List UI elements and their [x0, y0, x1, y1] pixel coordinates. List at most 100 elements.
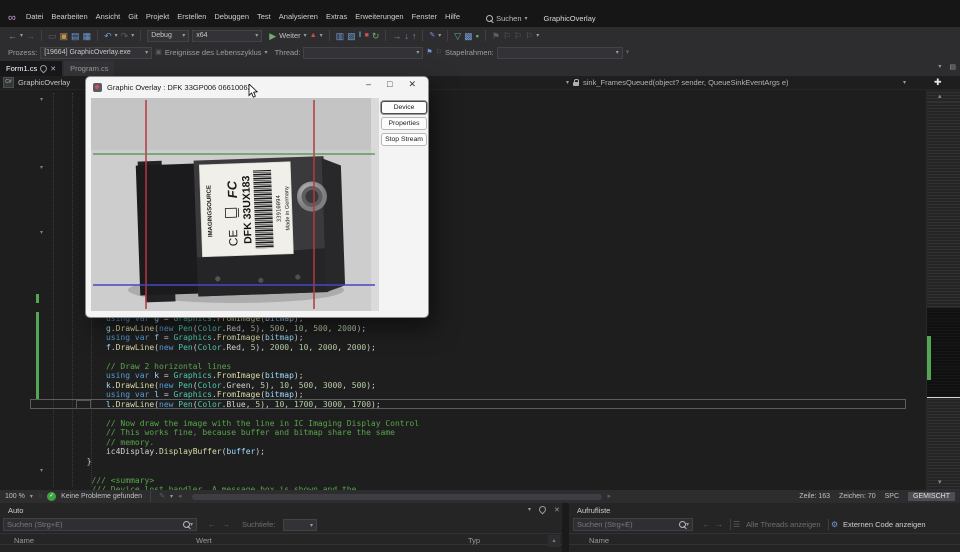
- search-back-icon[interactable]: ←: [208, 520, 216, 529]
- fold-chevron-icon[interactable]: ▾: [40, 467, 43, 474]
- tab-scroll-chevron-icon[interactable]: ▾: [938, 63, 941, 71]
- suppress-jit-icon[interactable]: ▾: [626, 48, 630, 58]
- menu-analysieren[interactable]: Analysieren: [275, 10, 322, 23]
- code-fix-icon[interactable]: ✎: [159, 492, 165, 502]
- fold-chevron-icon[interactable]: ▾: [40, 164, 43, 171]
- overlay-button-properties[interactable]: Properties: [381, 117, 427, 130]
- autos-title[interactable]: Auto: [8, 506, 23, 515]
- sync-icon[interactable]: ○: [38, 492, 42, 502]
- solution-platform-dropdown[interactable]: x64▾: [192, 30, 262, 42]
- quick-search[interactable]: Suchen ▾: [486, 14, 527, 23]
- column-name[interactable]: Name: [589, 536, 609, 545]
- breadcrumb-project[interactable]: GraphicOverlay: [18, 78, 70, 87]
- code-lines[interactable]: using var g = Graphics.FromImage(bitmap)…: [53, 314, 419, 490]
- menu-extras[interactable]: Extras: [322, 10, 351, 23]
- menu-git[interactable]: Git: [124, 10, 142, 23]
- breadcrumb-member[interactable]: sink_FramesQueued(object? sender, QueueS…: [583, 78, 789, 87]
- lifecycle-label[interactable]: Ereignisse des Lebenszyklus: [165, 48, 262, 57]
- zoom-level[interactable]: 100 %: [5, 493, 25, 500]
- step-over-icon[interactable]: →: [392, 31, 401, 41]
- navigate-back-chevron-icon[interactable]: ▾: [20, 32, 23, 39]
- column-type[interactable]: Typ: [468, 536, 480, 545]
- scroll-down-icon[interactable]: ▾: [938, 478, 942, 486]
- close-icon[interactable]: ✕: [408, 79, 416, 90]
- restart-icon[interactable]: ↻: [372, 31, 380, 41]
- continue-icon[interactable]: ▶: [269, 31, 276, 41]
- search-chevron-icon[interactable]: ▾: [190, 521, 193, 528]
- search-back-icon[interactable]: ←: [702, 520, 710, 529]
- process-dropdown[interactable]: [19664] GraphicOverlay.exe▾: [40, 47, 152, 59]
- menu-erweiterungen[interactable]: Erweiterungen: [351, 10, 407, 23]
- search-chevron-icon[interactable]: ▾: [686, 521, 689, 528]
- close-icon[interactable]: ✕: [554, 506, 560, 514]
- menu-hilfe[interactable]: Hilfe: [441, 10, 464, 23]
- bookmark-2-icon[interactable]: ⚐: [503, 31, 511, 41]
- console-window-icon[interactable]: ▧: [347, 31, 356, 41]
- zoom-chevron-icon[interactable]: ▾: [30, 493, 33, 500]
- line-ending-indicator[interactable]: GEMISCHT: [908, 492, 955, 501]
- new-file-icon[interactable]: ▭: [48, 31, 57, 41]
- autos-body[interactable]: [0, 545, 562, 552]
- pin-icon[interactable]: [538, 505, 548, 515]
- menu-erstellen[interactable]: Erstellen: [173, 10, 210, 23]
- fold-chevron-icon[interactable]: ▾: [40, 96, 43, 103]
- flag-current-icon[interactable]: ⚐: [436, 48, 442, 58]
- redo-chevron-icon[interactable]: ▾: [131, 32, 134, 39]
- search-forward-icon[interactable]: →: [222, 520, 230, 529]
- column-name[interactable]: Name: [14, 536, 34, 545]
- find-in-files-icon[interactable]: ▩: [464, 31, 473, 41]
- open-folder-icon[interactable]: ▣: [60, 31, 69, 41]
- overlay-button-device[interactable]: Device: [381, 101, 427, 114]
- step-out-icon[interactable]: ↑: [412, 31, 417, 41]
- continue-chevron-icon[interactable]: ▾: [304, 32, 307, 39]
- diagnostics-icon[interactable]: ▪: [476, 31, 479, 41]
- hot-reload-icon[interactable]: ▲: [310, 31, 317, 41]
- tab-form1cs[interactable]: Form1.cs ✕: [0, 61, 62, 76]
- windows-icon[interactable]: ▥: [336, 31, 345, 41]
- navigate-forward-icon[interactable]: →: [26, 31, 35, 41]
- menu-ansicht[interactable]: Ansicht: [92, 10, 125, 23]
- tab-programcs[interactable]: Program.cs: [64, 61, 114, 76]
- maximize-icon[interactable]: □: [387, 79, 392, 90]
- scroll-left-icon[interactable]: ◂: [178, 492, 182, 502]
- undo-icon[interactable]: ↶: [104, 31, 112, 41]
- stop-debugging-icon[interactable]: ■: [365, 31, 369, 41]
- callstack-title[interactable]: Aufrufliste: [577, 506, 610, 515]
- scroll-right-icon[interactable]: ▸: [607, 492, 611, 502]
- hot-reload-chevron-icon[interactable]: ▾: [320, 32, 323, 39]
- menu-datei[interactable]: Datei: [22, 10, 48, 23]
- callstack-search-input[interactable]: Suchen (Strg+E) ▾: [573, 518, 693, 531]
- step-into-icon[interactable]: ↓: [404, 31, 409, 41]
- health-check-icon[interactable]: ✓: [47, 492, 56, 501]
- column-indicator[interactable]: Zeichen: 70: [839, 493, 876, 500]
- bookmark-1-icon[interactable]: ⚑: [492, 31, 500, 41]
- menu-fenster[interactable]: Fenster: [408, 10, 441, 23]
- horizontal-scrollbar[interactable]: [192, 494, 602, 500]
- close-icon[interactable]: ✕: [50, 65, 56, 73]
- lifecycle-icon[interactable]: ▣: [155, 48, 162, 58]
- code-cleanup-icon[interactable]: ✎: [429, 31, 435, 41]
- lifecycle-chevron-icon[interactable]: ▾: [265, 49, 268, 56]
- menu-debuggen[interactable]: Debuggen: [210, 10, 253, 23]
- external-code-icon[interactable]: ⚙: [831, 520, 838, 529]
- overlay-button-stop-stream[interactable]: Stop Stream: [381, 133, 427, 146]
- spaces-indicator[interactable]: SPC: [885, 493, 899, 500]
- fold-chevron-icon[interactable]: ▾: [40, 229, 43, 236]
- minimap[interactable]: ▴ ▾: [926, 90, 960, 490]
- window-position-chevron-icon[interactable]: ▾: [528, 506, 531, 514]
- show-external-code-label[interactable]: Externen Code anzeigen: [843, 520, 926, 529]
- continue-label[interactable]: Weiter: [279, 31, 301, 40]
- attach-icon[interactable]: ▽: [454, 31, 461, 41]
- threads-list-icon[interactable]: ☰: [733, 520, 740, 529]
- split-window-plus-icon[interactable]: ✚: [934, 77, 942, 88]
- redo-icon[interactable]: ↷: [121, 31, 129, 41]
- search-forward-icon[interactable]: →: [715, 520, 723, 529]
- tab-list-icon[interactable]: ▤: [949, 63, 956, 71]
- flag-icon[interactable]: ⚑: [426, 48, 432, 58]
- line-indicator[interactable]: Zeile: 163: [799, 493, 830, 500]
- code-cleanup-chevron-icon[interactable]: ▾: [438, 32, 441, 39]
- bookmark-chevron-icon[interactable]: ▾: [536, 32, 539, 39]
- code-fix-chevron-icon[interactable]: ▾: [170, 493, 173, 500]
- break-all-icon[interactable]: ‖: [359, 31, 362, 41]
- stack-frame-dropdown[interactable]: ▾: [497, 47, 623, 59]
